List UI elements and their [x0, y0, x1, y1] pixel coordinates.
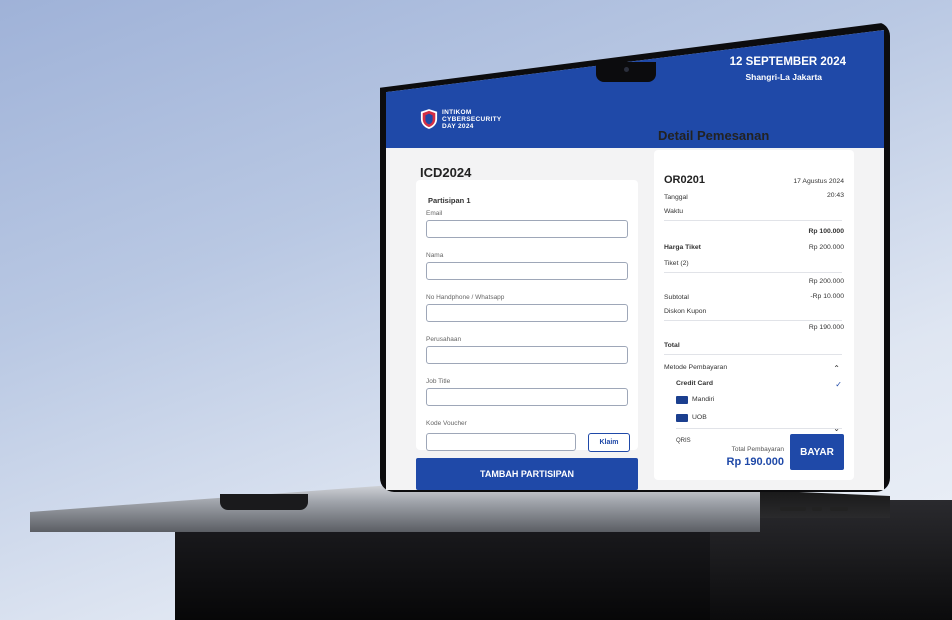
job-title-label: Job Title [426, 378, 451, 385]
order-summary: OR0201 17 Agustus 2024 Tanggal 20:43 Wak… [654, 150, 854, 480]
divider [664, 220, 842, 221]
add-participant-button[interactable]: TAMBAH PARTISIPAN [416, 458, 638, 490]
check-icon: ✓ [835, 380, 842, 389]
divider [664, 272, 842, 273]
divider [664, 354, 842, 355]
event-venue: Shangri-La Jakarta [745, 72, 822, 82]
total-payment-label: Total Pembayaran [731, 446, 784, 453]
email-field[interactable] [426, 220, 628, 238]
order-date-label: Tanggal [664, 194, 688, 201]
shield-logo-icon [420, 109, 438, 129]
credit-card-option[interactable]: Credit Card [676, 380, 713, 387]
event-logo[interactable]: INTIKOM CYBERSECURITY DAY 2024 [420, 108, 502, 130]
divider [664, 320, 842, 321]
order-time-value: 20:43 [826, 192, 844, 199]
phone-field[interactable] [426, 304, 628, 322]
bank-option-mandiri[interactable]: Mandiri [692, 396, 714, 403]
laptop-port [830, 507, 848, 511]
participant-form: Partisipan 1 Email Nama No Handphone / W… [416, 180, 638, 452]
order-title: Detail Pemesanan [658, 128, 770, 143]
camera-icon [624, 67, 629, 72]
total-payment-value: Rp 190.000 [726, 456, 784, 468]
laptop-screen: INTIKOM CYBERSECURITY DAY 2024 12 SEPTEM… [386, 30, 884, 490]
divider [676, 428, 842, 429]
uob-bank-icon [676, 414, 688, 422]
discount-label: Diskon Kupon [664, 308, 707, 315]
laptop-front-notch [220, 494, 308, 510]
name-label: Nama [426, 252, 444, 259]
participant-label: Partisipan 1 [428, 196, 471, 205]
job-title-field[interactable] [426, 388, 628, 406]
total-value: Rp 190.000 [808, 324, 844, 331]
ticket-price-value: Rp 100.000 [808, 228, 844, 235]
voucher-label: Kode Voucher [426, 420, 467, 427]
payment-footer: Total Pembayaran Rp 190.000 BAYAR [654, 434, 854, 478]
bank-option-uob[interactable]: UOB [692, 414, 707, 421]
form-title: ICD2024 [420, 165, 472, 180]
company-label: Perusahaan [426, 336, 462, 343]
total-label: Total [664, 342, 680, 349]
subtotal-value: Rp 200.000 [808, 278, 844, 285]
logo-text: INTIKOM CYBERSECURITY DAY 2024 [442, 108, 502, 130]
phone-label: No Handphone / Whatsapp [426, 294, 505, 301]
order-id: OR0201 [664, 174, 705, 186]
voucher-field[interactable] [426, 433, 576, 451]
company-field[interactable] [426, 346, 628, 364]
chevron-down-icon[interactable]: ⌄ [833, 424, 840, 433]
event-date: 12 SEPTEMBER 2024 [729, 56, 846, 68]
claim-voucher-button[interactable]: Klaim [588, 433, 630, 452]
order-time-label: Waktu [664, 208, 684, 215]
page-header [386, 30, 884, 148]
name-field[interactable] [426, 262, 628, 280]
laptop-port [780, 507, 806, 511]
ticket-qty-label: Tiket (2) [664, 260, 689, 267]
camera-notch [596, 62, 656, 82]
chevron-up-icon[interactable]: ⌃ [833, 364, 840, 373]
mandiri-bank-icon [676, 396, 688, 404]
discount-value: -Rp 10.000 [810, 293, 844, 300]
laptop-port [812, 507, 822, 511]
payment-method-label: Metode Pembayaran [664, 364, 728, 371]
ticket-price-label: Harga Tiket [664, 244, 701, 251]
ticket-qty-value: Rp 200.000 [808, 244, 844, 251]
pay-button[interactable]: BAYAR [790, 434, 844, 470]
subtotal-label: Subtotal [664, 294, 689, 301]
email-label: Email [426, 210, 443, 217]
order-date-value: 17 Agustus 2024 [793, 178, 844, 185]
